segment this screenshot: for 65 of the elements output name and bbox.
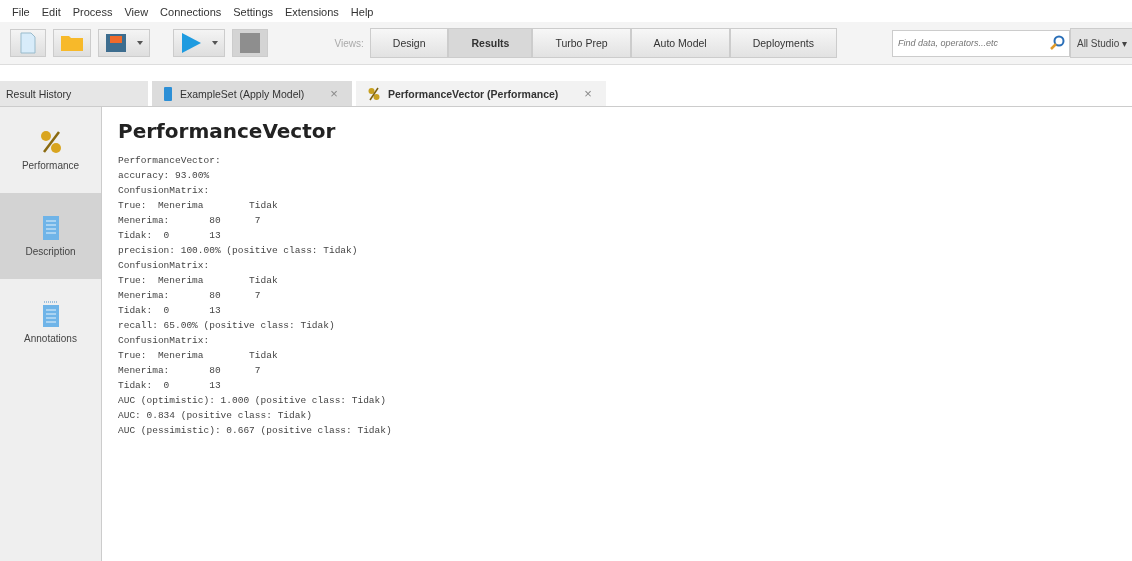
open-button[interactable] bbox=[53, 29, 91, 57]
result-line: Tidak: 0 13 bbox=[118, 379, 222, 393]
stop-icon bbox=[240, 33, 260, 53]
save-button[interactable] bbox=[98, 29, 150, 57]
result-line: AUC (pessimistic): 0.667 (positive class: Tidak) bbox=[118, 424, 392, 438]
view-tab[interactable]: Deployments bbox=[729, 28, 837, 58]
menu-item[interactable]: Settings bbox=[233, 6, 273, 18]
menu-item[interactable]: Connections bbox=[160, 6, 222, 18]
tab-label: Result History bbox=[6, 87, 72, 100]
sidebar-item[interactable]: Description bbox=[0, 193, 101, 279]
result-line: ConfusionMatrix: bbox=[118, 334, 211, 348]
result-line: ConfusionMatrix: bbox=[118, 259, 211, 273]
result-line: AUC (optimistic): 1.000 (positive class: Tidak) bbox=[118, 394, 387, 408]
play-icon bbox=[180, 32, 202, 54]
tab-label: ExampleSet (Apply Model) bbox=[180, 87, 305, 100]
result-line: True: Menerima Tidak bbox=[118, 199, 279, 213]
percent-icon bbox=[367, 86, 380, 101]
menu-item[interactable]: Help bbox=[350, 6, 374, 18]
scope-dropdown[interactable]: All Studio ▾ bbox=[1069, 28, 1132, 58]
result-line: Menerima: 80 7 bbox=[118, 364, 262, 378]
stop-button[interactable] bbox=[232, 29, 268, 57]
view-tab[interactable]: Results bbox=[448, 28, 533, 58]
result-line: recall: 65.00% (positive class: Tidak) bbox=[118, 319, 336, 333]
result-line: PerformanceVector: bbox=[118, 154, 222, 168]
notepad-icon bbox=[42, 300, 59, 327]
percent-icon bbox=[39, 129, 62, 154]
result-line: precision: 100.00% (positive class: Tidak) bbox=[118, 244, 359, 258]
folder-icon bbox=[60, 34, 84, 52]
sidebar-item[interactable]: Annotations bbox=[0, 279, 101, 365]
table-icon bbox=[164, 86, 172, 101]
document-icon bbox=[20, 32, 36, 54]
editor-tab[interactable]: Result History bbox=[0, 81, 148, 106]
floppy-icon bbox=[105, 33, 127, 53]
result-line: Tidak: 0 13 bbox=[118, 304, 222, 318]
caret-icon bbox=[212, 41, 218, 45]
sidebar-label: Annotations bbox=[24, 332, 77, 344]
caret-icon bbox=[137, 41, 143, 45]
view-tab[interactable]: Turbo Prep bbox=[532, 28, 631, 58]
view-tab[interactable]: Auto Model bbox=[630, 28, 730, 58]
menu-item[interactable]: File bbox=[12, 6, 30, 18]
sidebar-item[interactable]: Performance bbox=[0, 107, 101, 193]
result-line: Menerima: 80 7 bbox=[118, 289, 262, 303]
result-line: True: Menerima Tidak bbox=[118, 274, 279, 288]
tab-label: PerformanceVector (Performance) bbox=[387, 87, 559, 100]
document-icon bbox=[42, 215, 59, 240]
result-line: accuracy: 93.00% bbox=[118, 169, 211, 183]
result-line: Tidak: 0 13 bbox=[118, 229, 222, 243]
sidebar-label: Performance bbox=[21, 159, 80, 171]
result-line: True: Menerima Tidak bbox=[118, 349, 279, 363]
view-tab[interactable]: Design bbox=[369, 28, 449, 58]
views-label: Views: bbox=[334, 37, 364, 49]
editor-tab[interactable]: ExampleSet (Apply Model) × bbox=[152, 81, 352, 106]
menu-item[interactable]: View bbox=[124, 6, 149, 18]
result-line: Menerima: 80 7 bbox=[118, 214, 262, 228]
result-heading: PerformanceVector bbox=[118, 119, 337, 143]
run-button[interactable] bbox=[173, 29, 225, 57]
editor-tab[interactable]: PerformanceVector (Performance) × bbox=[355, 81, 606, 106]
new-file-button[interactable] bbox=[10, 29, 46, 57]
search-field[interactable]: Find data, operators...etc bbox=[891, 29, 1070, 57]
result-line: ConfusionMatrix: bbox=[118, 184, 211, 198]
menu-item[interactable]: Extensions bbox=[285, 6, 339, 18]
sidebar-label: Description bbox=[25, 245, 76, 257]
result-line: AUC: 0.834 (positive class: Tidak) bbox=[118, 409, 313, 423]
menu-item[interactable]: Edit bbox=[41, 6, 61, 18]
menu-item[interactable]: Process bbox=[72, 6, 113, 18]
